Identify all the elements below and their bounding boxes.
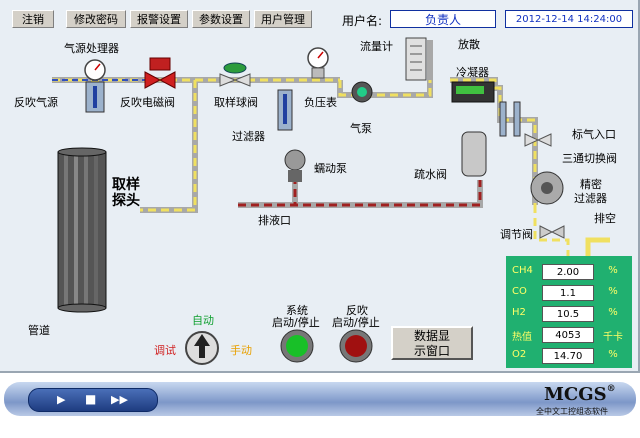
data-window-button[interactable]: 数据显 示窗口: [391, 326, 473, 360]
gas-row: CH4 2.00 %: [506, 262, 632, 282]
gas-unit: %: [608, 265, 618, 276]
air-processor-icon: [84, 59, 106, 113]
gas-row: O2 14.70 %: [506, 346, 632, 366]
gas-data-panel: CH4 2.00 % CO 1.1 % H2 10.5 % 热值 4053 千卡…: [506, 256, 632, 368]
mode-debug-label: 调试: [154, 344, 176, 357]
vent-label: 放散: [458, 38, 480, 51]
gas-unit: %: [608, 349, 618, 360]
gas-row: 热值 4053 千卡: [506, 325, 632, 345]
exhaust-label: 排空: [594, 212, 616, 225]
three-way-valve-label: 三通切换阀: [562, 152, 617, 165]
condenser-label: 冷凝器: [456, 66, 489, 79]
gas-name: CH4: [512, 265, 533, 276]
brand-subtitle: 全中文工控组态软件: [536, 407, 608, 416]
air-pump-label: 气泵: [350, 122, 372, 135]
gas-value: 1.1: [542, 285, 594, 301]
blowback-label-2: 启动/停止: [332, 316, 380, 329]
drain-tank-icon: [461, 131, 487, 177]
gas-value: 10.5: [542, 306, 594, 322]
drain-valve-label: 疏水阀: [414, 168, 447, 181]
gas-name: H2: [512, 307, 526, 318]
brand-logo: MCGS®: [544, 384, 616, 405]
pipeline-icon: [57, 147, 107, 313]
gas-row: H2 10.5 %: [506, 304, 632, 324]
blowback-start-stop-button[interactable]: [340, 330, 372, 362]
system-start-stop-button[interactable]: [281, 330, 313, 362]
gas-unit: %: [608, 307, 618, 318]
air-pump-icon: [351, 81, 373, 103]
gas-value: 2.00: [542, 264, 594, 280]
ball-valve-label: 取样球阀: [214, 96, 258, 109]
gas-unit: 千卡: [603, 332, 623, 343]
sampling-probe-label-2: 探头: [112, 193, 140, 209]
mode-switch[interactable]: [186, 332, 218, 364]
air-processor-label: 气源处理器: [64, 42, 119, 55]
bottom-bar: ▶ ■ ▶▶ MCGS® 全中文工控组态软件: [0, 374, 640, 438]
gas-name: CO: [512, 286, 527, 297]
std-gas-inlet-label: 标气入口: [572, 128, 616, 141]
gas-name: 热值: [512, 332, 532, 343]
data-window-button-label-1: 数据显: [413, 329, 450, 343]
pressure-gauge-icon: [307, 47, 329, 79]
next-icon[interactable]: ▶▶: [111, 393, 128, 406]
flowmeter-label: 流量计: [360, 40, 393, 53]
brand-reg: ®: [606, 384, 616, 394]
mode-manual-label: 手动: [230, 344, 252, 357]
gas-value: 4053: [542, 327, 594, 343]
filter-label: 过滤器: [232, 130, 265, 143]
data-window-button-label-2: 示窗口: [413, 344, 450, 358]
brand-name: MCGS: [544, 384, 607, 405]
drain-outlet-label: 排液口: [258, 214, 291, 227]
fine-filter-label-2: 过滤器: [574, 192, 607, 205]
peristaltic-pump-icon: [284, 149, 306, 182]
system-label-2: 启动/停止: [272, 316, 320, 329]
flowmeter-icon: [405, 37, 427, 81]
gas-value: 14.70: [542, 348, 594, 364]
play-icon[interactable]: ▶: [57, 393, 65, 406]
peristaltic-pump-label: 蠕动泵: [314, 162, 347, 175]
blowback-air-label: 反吹气源: [14, 96, 58, 109]
stop-icon[interactable]: ■: [85, 392, 96, 406]
mode-auto-label: 自动: [192, 314, 214, 327]
precision-filter-icon: [530, 171, 564, 205]
process-screen: 注销 修改密码 报警设置 参数设置 用户管理 用户名: 负责人 2012-12-…: [0, 0, 640, 373]
pressure-gauge-label: 负压表: [304, 96, 337, 109]
status-strip: ▶ ■ ▶▶ MCGS® 全中文工控组态软件: [4, 382, 636, 416]
gas-row: CO 1.1 %: [506, 283, 632, 303]
media-controls: ▶ ■ ▶▶: [28, 388, 158, 412]
pipeline-label: 管道: [28, 324, 50, 337]
regulating-valve-label: 调节阀: [500, 228, 533, 241]
regulating-valve-icon: [539, 225, 565, 239]
condenser-icon: [451, 81, 495, 103]
blowback-valve-icon: [144, 57, 176, 89]
gas-unit: %: [608, 286, 618, 297]
gas-name: O2: [512, 349, 527, 360]
blowback-valve-label: 反吹电磁阀: [120, 96, 175, 109]
